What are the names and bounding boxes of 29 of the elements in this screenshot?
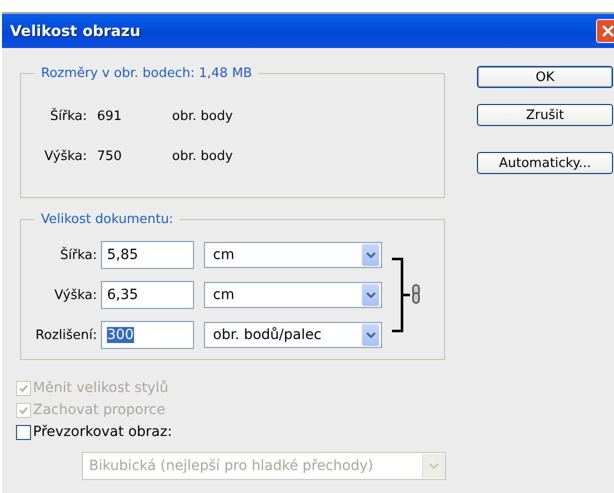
unit-dropdown[interactable]: cm [204, 242, 382, 268]
check-icon [18, 404, 29, 416]
group-legend: Velikost dokumentu: [35, 212, 180, 227]
field-label: Výška: [53, 288, 97, 302]
unit-label: obr. body [172, 108, 233, 124]
close-icon [601, 24, 614, 38]
check-icon [18, 382, 29, 394]
input-field[interactable]: 5,85 [101, 241, 194, 269]
window-title: Velikost obrazu [10, 22, 140, 40]
field-label: Rozlišení: [34, 328, 97, 342]
pixel-value: 750 [97, 148, 123, 164]
unit-dropdown[interactable]: obr. bodů/palec [204, 322, 382, 348]
dialog-button[interactable]: Zrušit [477, 104, 613, 126]
field-label: Šířka: [59, 248, 97, 262]
dialog-button[interactable]: OK [477, 66, 613, 88]
checkbox-label: Zachovat proporce [33, 402, 166, 418]
pixel-value: 691 [97, 108, 123, 124]
dialog-button[interactable]: Automaticky... [477, 152, 613, 174]
unit-label: obr. body [172, 148, 233, 164]
close-button[interactable] [596, 19, 614, 43]
checkbox-label: Převzorkovat obraz: [33, 424, 172, 440]
field-label: Výška: [43, 148, 87, 164]
group-legend: Rozměry v obr. bodech: 1,48 MB [35, 66, 258, 81]
unit-dropdown[interactable]: cm [204, 282, 382, 308]
checkbox[interactable] [16, 424, 31, 440]
field-label: Šířka: [49, 108, 87, 124]
checkbox-label: Měnit velikost stylů [33, 380, 168, 396]
input-field[interactable]: 300 [101, 321, 194, 349]
input-field[interactable]: 6,35 [101, 281, 194, 309]
